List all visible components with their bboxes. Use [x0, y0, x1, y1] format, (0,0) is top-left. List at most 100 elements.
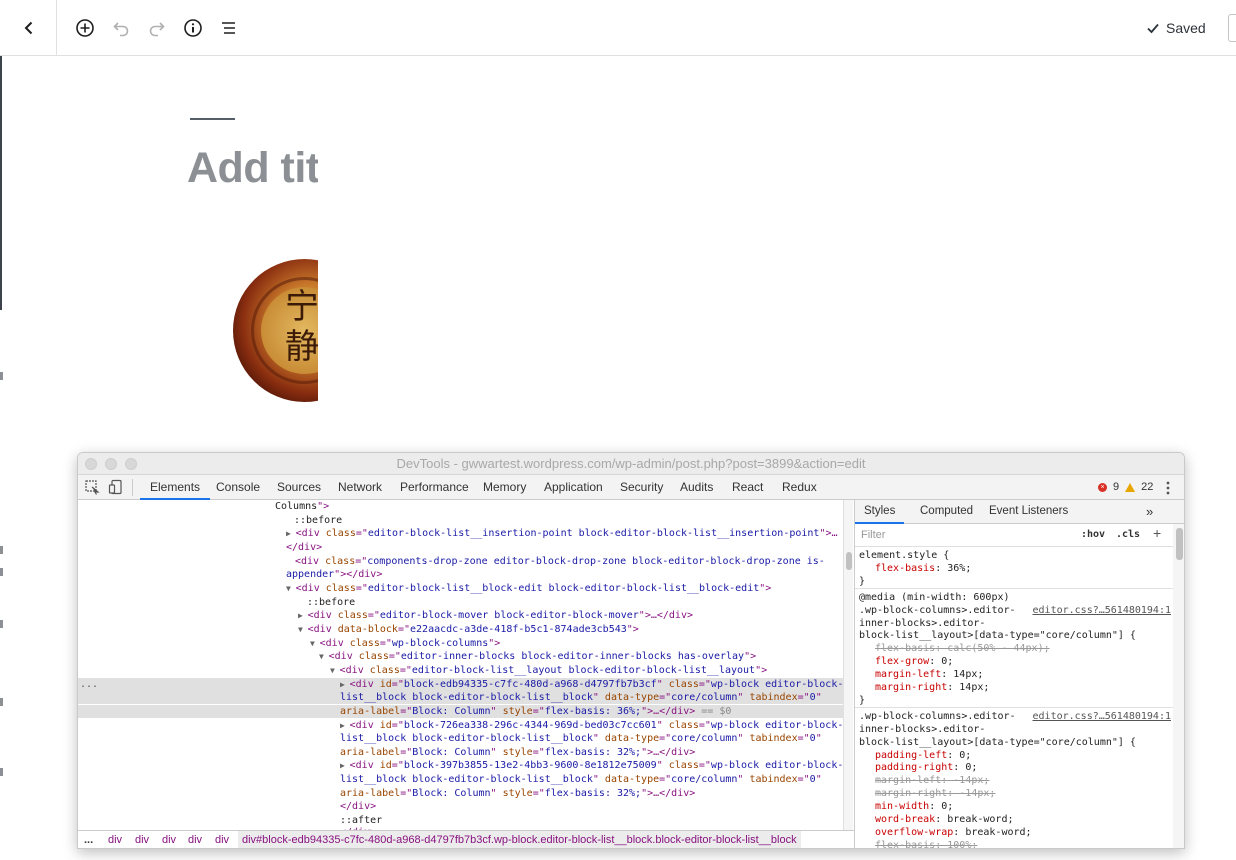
dom-node-line[interactable]: </div> — [78, 800, 846, 813]
tab-react[interactable]: React — [732, 475, 763, 500]
tab-event-listeners[interactable]: Event Listeners — [980, 500, 1077, 524]
stylesheet-source-link[interactable]: editor.css?…561480194:1 — [1033, 711, 1171, 724]
css-property[interactable]: margin-left — [875, 669, 941, 680]
dom-node-line[interactable]: ▼ <div class="wp-block-columns"> — [78, 637, 846, 650]
add-block-button[interactable] — [71, 14, 99, 42]
css-property[interactable]: flex-basis — [875, 563, 935, 574]
styles-filter-input[interactable]: Filter — [861, 529, 885, 541]
dom-node-line[interactable]: aria-label="Block: Column" style="flex-b… — [78, 787, 846, 800]
tab-console[interactable]: Console — [216, 475, 260, 500]
dom-node-line[interactable]: list__block block-editor-block-list__blo… — [78, 773, 846, 786]
styles-scrollbar[interactable] — [1173, 524, 1184, 848]
tab-memory[interactable]: Memory — [483, 475, 526, 500]
css-property[interactable]: margin-right — [875, 682, 947, 693]
dom-node-line[interactable]: ▶ <div class="editor-block-list__inserti… — [78, 527, 846, 540]
styles-rules[interactable]: element.style {flex-basis: 36%;} @media (… — [855, 548, 1173, 848]
undo-button[interactable] — [107, 14, 135, 42]
css-value[interactable]: : 0; — [929, 801, 953, 812]
device-toolbar-icon[interactable] — [108, 479, 124, 495]
css-declaration[interactable]: min-width: 0; — [875, 801, 1173, 814]
hov-toggle[interactable]: :hov — [1081, 529, 1105, 540]
css-value[interactable]: : -14px; — [941, 775, 989, 786]
css-value[interactable]: : 14px; — [947, 682, 989, 693]
css-declaration[interactable]: overflow-wrap: break-word; — [875, 827, 1173, 840]
tab-audits[interactable]: Audits — [680, 475, 713, 500]
cls-toggle[interactable]: .cls — [1116, 529, 1140, 540]
expand-toggle-icon[interactable]: ▼ — [286, 584, 296, 593]
tab-security[interactable]: Security — [620, 475, 663, 500]
css-selector-line[interactable]: inner-blocks>.editor- — [859, 618, 1171, 631]
css-value[interactable]: : 14px; — [941, 669, 983, 680]
tab-performance[interactable]: Performance — [400, 475, 469, 500]
breadcrumb-overflow[interactable]: ... — [84, 831, 93, 848]
minimize-window-button[interactable] — [105, 458, 117, 470]
inspect-element-icon[interactable] — [84, 479, 100, 495]
css-declaration[interactable]: margin-left: -14px; — [875, 775, 1173, 788]
stylesheet-source-link[interactable]: editor.css?…561480194:1 — [1033, 605, 1171, 618]
css-value[interactable]: : 0; — [953, 762, 977, 773]
dom-node-line[interactable]: ▼ <div class="editor-block-list__block-e… — [78, 582, 846, 595]
new-style-rule-button[interactable]: + — [1153, 525, 1161, 541]
css-property[interactable]: margin-right — [875, 788, 947, 799]
css-value[interactable]: : break-word; — [953, 827, 1031, 838]
tab-redux[interactable]: Redux — [782, 475, 817, 500]
dom-node-line[interactable]: ▶ <div id="block-397b3855-13e2-4bb3-9600… — [78, 759, 846, 772]
dom-node-line[interactable]: aria-label="Block: Column" style="flex-b… — [78, 705, 846, 719]
expand-toggle-icon[interactable]: ▼ — [310, 639, 320, 648]
tab-styles[interactable]: Styles — [855, 500, 905, 524]
expand-toggle-icon[interactable]: ▶ — [340, 721, 350, 730]
maximize-window-button[interactable] — [125, 458, 137, 470]
image-block[interactable]: 宁 静 — [233, 259, 318, 402]
expand-toggle-icon[interactable]: ▼ — [298, 625, 308, 634]
breadcrumb-item[interactable]: div#block-edb94335-c7fc-480d-a968-d4797f… — [238, 831, 801, 848]
tab-network[interactable]: Network — [338, 475, 382, 500]
node-actions-icon[interactable]: ... — [80, 678, 98, 691]
tab-sources[interactable]: Sources — [277, 475, 321, 500]
breadcrumb-item[interactable]: div — [188, 831, 202, 848]
content-info-button[interactable] — [179, 14, 207, 42]
dom-node-line[interactable]: <div class="components-drop-zone editor-… — [78, 555, 846, 568]
css-declaration[interactable]: flex-grow: 0; — [875, 656, 1173, 669]
css-selector-line[interactable]: element.style { — [859, 550, 1171, 563]
css-selector-line[interactable]: inner-blocks>.editor- — [859, 724, 1171, 737]
expand-toggle-icon[interactable]: ▶ — [340, 680, 350, 689]
tab-application[interactable]: Application — [544, 475, 603, 500]
block-navigation-button[interactable] — [215, 14, 243, 42]
elements-scrollbar[interactable] — [843, 500, 853, 830]
css-declaration[interactable]: flex-basis: calc(50% - 44px); — [875, 643, 1173, 656]
css-value[interactable]: : break-word; — [935, 814, 1013, 825]
tab-elements[interactable]: Elements — [140, 475, 211, 500]
styles-scrollbar-thumb[interactable] — [1176, 528, 1183, 560]
css-declaration[interactable]: margin-right: -14px; — [875, 788, 1173, 801]
redo-button[interactable] — [143, 14, 171, 42]
css-value[interactable]: : 0; — [929, 656, 953, 667]
dom-node-line[interactable]: ▼ <div class="editor-block-list__layout … — [78, 664, 846, 677]
css-value[interactable]: : 0; — [947, 750, 971, 761]
breadcrumb-item[interactable]: div — [135, 831, 149, 848]
dom-node-line[interactable]: list__block block-editor-block-list__blo… — [78, 691, 846, 705]
dom-node-line[interactable]: ▼ <div data-block="e22aacdc-a3de-418f-b5… — [78, 623, 846, 636]
css-selector-line[interactable]: block-list__layout>[data-type="core/colu… — [859, 630, 1171, 643]
publish-button[interactable] — [1228, 14, 1236, 42]
css-property[interactable]: flex-basis — [875, 840, 935, 848]
dom-node-line[interactable]: list__block block-editor-block-list__blo… — [78, 732, 846, 745]
css-property[interactable]: flex-basis — [875, 643, 935, 654]
elements-scrollbar-thumb[interactable] — [846, 552, 852, 570]
dom-node-line[interactable]: </div> — [78, 541, 846, 554]
css-property[interactable]: min-width — [875, 801, 929, 812]
expand-toggle-icon[interactable]: ▼ — [319, 652, 329, 661]
dom-node-line[interactable]: ▼ <div class="editor-inner-blocks block-… — [78, 650, 846, 663]
css-property[interactable]: padding-left — [875, 750, 947, 761]
css-declaration[interactable]: word-break: break-word; — [875, 814, 1173, 827]
css-selector-line[interactable]: block-list__layout>[data-type="core/colu… — [859, 737, 1171, 750]
css-property[interactable]: padding-right — [875, 762, 953, 773]
dom-node-line[interactable]: appender"></div> — [78, 568, 846, 581]
css-property[interactable]: overflow-wrap — [875, 827, 953, 838]
css-property[interactable]: word-break — [875, 814, 935, 825]
dom-node-line[interactable]: Columns"> — [78, 500, 846, 513]
expand-toggle-icon[interactable]: ▶ — [340, 761, 350, 770]
more-options-icon[interactable] — [1166, 481, 1170, 495]
css-selector-line[interactable]: @media (min-width: 600px) — [859, 592, 1171, 605]
css-selector-line[interactable]: .wp-block-columns>.editor-editor.css?…56… — [859, 605, 1171, 618]
css-declaration[interactable]: flex-basis: 100%; — [875, 840, 1173, 848]
